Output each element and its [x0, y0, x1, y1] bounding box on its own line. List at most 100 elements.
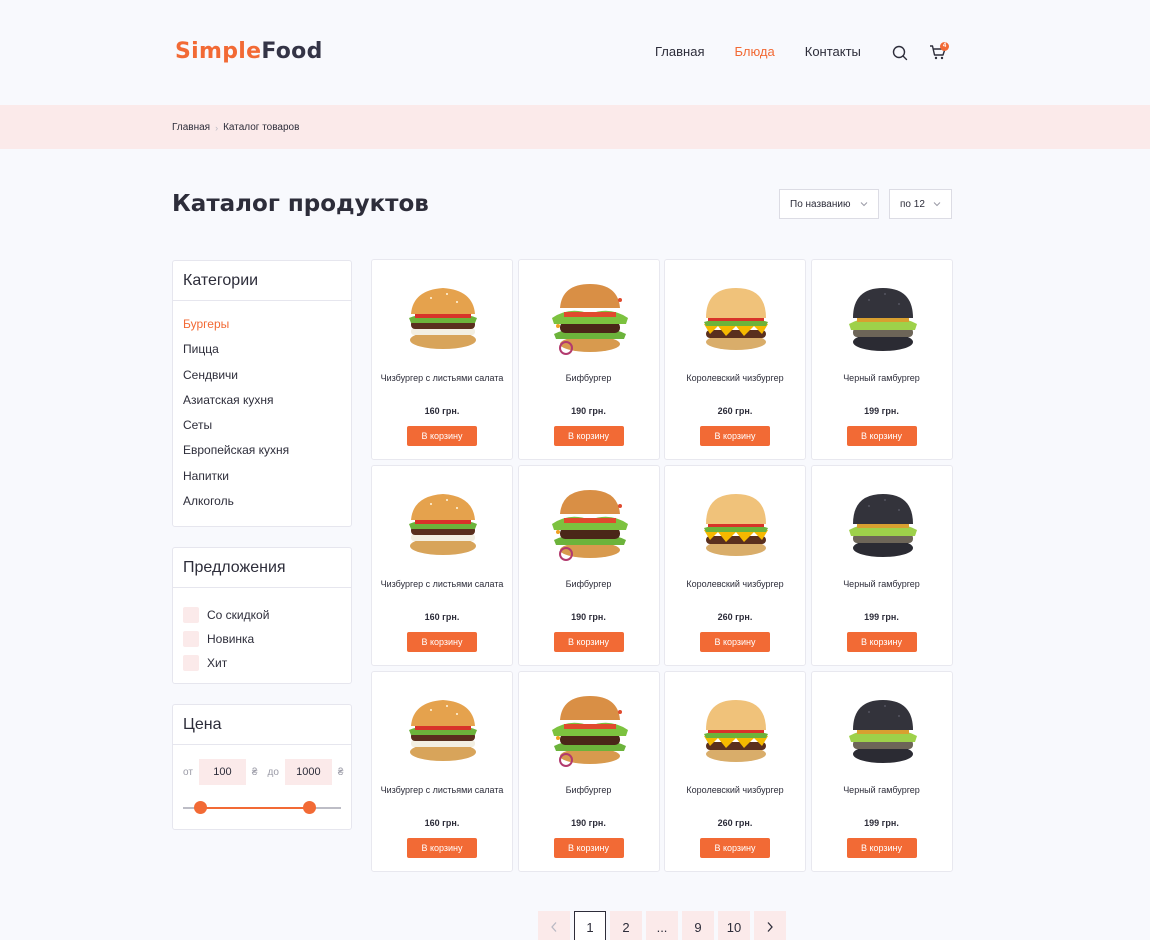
- product-card[interactable]: Королевский чизбургер 260 грн. В корзину: [664, 671, 806, 872]
- pagination-prev-button[interactable]: [538, 911, 570, 940]
- add-to-cart-button[interactable]: В корзину: [553, 426, 624, 446]
- product-name[interactable]: Чизбургер с листьями салата: [380, 578, 504, 591]
- price-panel: Цена от 100 ₴ до 1000 ₴: [172, 704, 352, 830]
- offer-label: Со скидкой: [207, 608, 270, 622]
- add-to-cart-button[interactable]: В корзину: [407, 632, 477, 652]
- black-hamburger-image[interactable]: [843, 690, 923, 770]
- price-from-input[interactable]: 100: [198, 759, 246, 785]
- add-to-cart-button[interactable]: В корзину: [846, 426, 917, 446]
- product-name[interactable]: Королевский чизбургер: [673, 784, 797, 797]
- price-to-label: до: [267, 766, 279, 778]
- nav-link-contacts[interactable]: Контакты: [805, 44, 861, 59]
- offer-label: Новинка: [207, 632, 255, 646]
- pagination-page[interactable]: 10: [718, 911, 750, 940]
- beefburger-image[interactable]: [550, 484, 630, 564]
- sort-select[interactable]: По названию: [779, 189, 879, 219]
- offer-checkbox[interactable]: [183, 607, 199, 623]
- beefburger-image[interactable]: [550, 690, 630, 770]
- add-to-cart-button[interactable]: В корзину: [407, 838, 477, 858]
- product-name[interactable]: Бифбургер: [527, 578, 651, 591]
- product-name[interactable]: Королевский чизбургер: [673, 372, 797, 385]
- royal-cheeseburger-image[interactable]: [696, 690, 776, 770]
- chevron-down-icon: [933, 202, 941, 207]
- add-to-cart-button[interactable]: В корзину: [846, 632, 917, 652]
- product-card[interactable]: Чизбургер с листьями салата 160 грн. В кор…: [371, 465, 513, 666]
- nav-link-dishes[interactable]: Блюда: [734, 44, 774, 59]
- pagination-next-button[interactable]: [754, 911, 786, 940]
- product-card[interactable]: Чизбургер с листьями салата 160 грн. В кор…: [371, 671, 513, 872]
- category-item[interactable]: Алкоголь: [183, 494, 351, 519]
- product-card[interactable]: Черный гамбургер 199 грн. В корзину: [810, 465, 953, 666]
- product-card[interactable]: Черный гамбургер 199 грн. В корзину: [810, 671, 953, 872]
- category-item[interactable]: Европейская кухня: [183, 443, 351, 468]
- cheeseburger-lettuce-image[interactable]: [403, 278, 483, 358]
- product-card[interactable]: Бифбургер 190 грн. В корзину: [517, 259, 660, 460]
- product-card[interactable]: Чизбургер с листьями салата 160 грн. В кор…: [371, 259, 513, 460]
- add-to-cart-button[interactable]: В корзину: [700, 426, 770, 446]
- breadcrumb-current: Каталог товаров: [223, 122, 300, 133]
- offer-option[interactable]: Со скидкой: [183, 603, 351, 627]
- black-hamburger-image[interactable]: [843, 484, 923, 564]
- add-to-cart-button[interactable]: В корзину: [553, 838, 624, 858]
- per-page-select[interactable]: по 12: [889, 189, 952, 219]
- product-name[interactable]: Бифбургер: [527, 372, 651, 385]
- product-price: 190 грн.: [571, 818, 606, 828]
- category-item[interactable]: Азиатская кухня: [183, 393, 351, 418]
- product-card[interactable]: Королевский чизбургер 260 грн. В корзину: [664, 259, 806, 460]
- product-name[interactable]: Королевский чизбургер: [673, 578, 797, 591]
- offer-checkbox[interactable]: [183, 655, 199, 671]
- category-item[interactable]: Пицца: [183, 342, 351, 367]
- cheeseburger-lettuce-image[interactable]: [403, 484, 483, 564]
- price-slider-range: [201, 807, 309, 809]
- royal-cheeseburger-image[interactable]: [696, 484, 776, 564]
- price-slider-min-handle[interactable]: [194, 801, 207, 814]
- product-name[interactable]: Чизбургер с листьями салата: [380, 372, 504, 385]
- logo-part-food: Food: [261, 39, 323, 64]
- product-name[interactable]: Чизбургер с листьями салата: [380, 784, 504, 797]
- product-card[interactable]: Королевский чизбургер 260 грн. В корзину: [664, 465, 806, 666]
- category-item[interactable]: Сендвичи: [183, 368, 351, 393]
- black-hamburger-image[interactable]: [843, 278, 923, 358]
- nav-link-home[interactable]: Главная: [655, 44, 704, 59]
- breadcrumb-band: Главная › Каталог товаров: [0, 105, 1150, 149]
- categories-title: Категории: [173, 261, 351, 301]
- add-to-cart-button[interactable]: В корзину: [700, 838, 770, 858]
- royal-cheeseburger-image[interactable]: [696, 278, 776, 358]
- cheeseburger-lettuce-image[interactable]: [403, 690, 483, 770]
- product-card[interactable]: Бифбургер 190 грн. В корзину: [517, 465, 660, 666]
- add-to-cart-button[interactable]: В корзину: [407, 426, 477, 446]
- add-to-cart-button[interactable]: В корзину: [846, 838, 917, 858]
- product-name[interactable]: Черный гамбургер: [820, 372, 944, 385]
- category-item[interactable]: Сеты: [183, 418, 351, 443]
- price-slider-track[interactable]: [183, 801, 341, 814]
- offer-option[interactable]: Хит: [183, 651, 351, 675]
- beefburger-image[interactable]: [550, 278, 630, 358]
- offers-title: Предложения: [173, 548, 351, 588]
- product-price: 199 грн.: [864, 818, 899, 828]
- search-icon[interactable]: [891, 44, 909, 62]
- pagination-page[interactable]: 9: [682, 911, 714, 940]
- product-price: 160 грн.: [424, 612, 460, 622]
- offer-option[interactable]: Новинка: [183, 627, 351, 651]
- add-to-cart-button[interactable]: В корзину: [553, 632, 624, 652]
- product-card[interactable]: Бифбургер 190 грн. В корзину: [517, 671, 660, 872]
- logo[interactable]: SimpleFood: [175, 39, 323, 64]
- page-title: Каталог продуктов: [172, 191, 429, 217]
- logo-part-simple: Simple: [175, 39, 262, 64]
- price-title: Цена: [173, 705, 351, 745]
- add-to-cart-button[interactable]: В корзину: [700, 632, 770, 652]
- pagination-page[interactable]: 2: [610, 911, 642, 940]
- product-name[interactable]: Черный гамбургер: [820, 784, 944, 797]
- product-price: 260 грн.: [717, 406, 753, 416]
- product-card[interactable]: Черный гамбургер 199 грн. В корзину: [810, 259, 953, 460]
- breadcrumb: Главная › Каталог товаров: [172, 122, 299, 133]
- breadcrumb-home[interactable]: Главная: [172, 122, 210, 133]
- category-item[interactable]: Напитки: [183, 469, 351, 494]
- category-item[interactable]: Бургеры: [183, 317, 351, 342]
- product-name[interactable]: Черный гамбургер: [820, 578, 944, 591]
- price-slider-max-handle[interactable]: [303, 801, 316, 814]
- offer-checkbox[interactable]: [183, 631, 199, 647]
- price-to-input[interactable]: 1000: [284, 759, 332, 785]
- pagination-page[interactable]: 1: [574, 911, 606, 940]
- product-name[interactable]: Бифбургер: [527, 784, 651, 797]
